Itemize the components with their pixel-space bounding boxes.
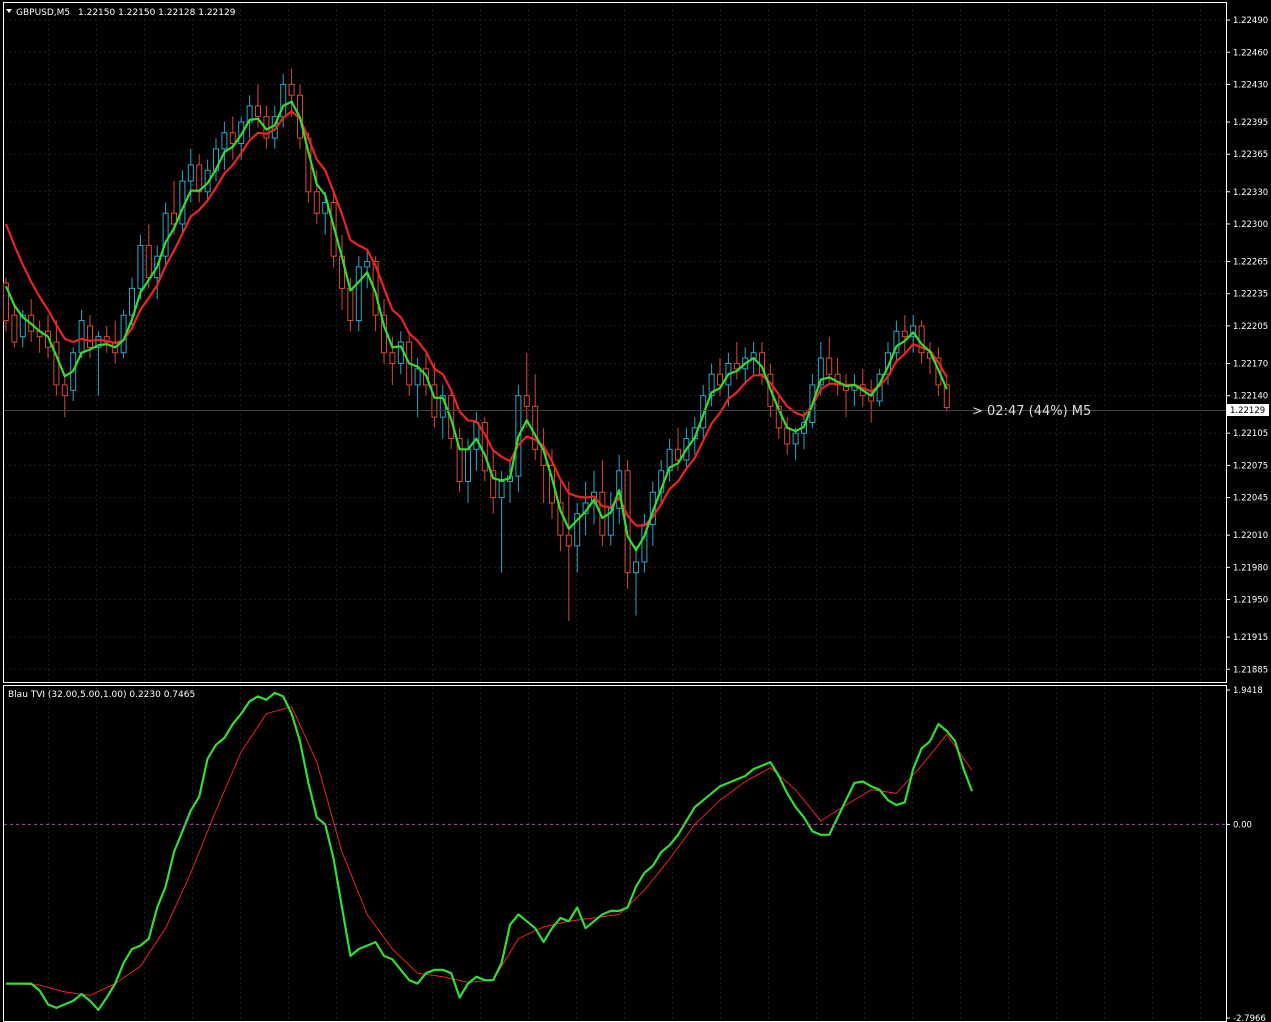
price-tick-label: 1.22140 — [1233, 392, 1268, 402]
candle-body — [431, 384, 438, 418]
candle-body — [53, 341, 60, 386]
indicator-title: Blau TVI (32.00,5.00,1.00) 0.2230 0.7465 — [8, 690, 195, 700]
price-tick-label: 1.22365 — [1233, 150, 1268, 160]
ohlc-label: 1.22150 1.22150 1.22128 1.22129 — [78, 8, 236, 18]
candle-body — [221, 132, 228, 150]
candle-body — [498, 480, 505, 499]
price-tick-label: 1.22300 — [1233, 220, 1268, 230]
price-panel-frame — [3, 2, 1227, 683]
candle-body — [355, 266, 362, 322]
candle-body — [465, 448, 471, 482]
price-tick-label: 1.22205 — [1233, 322, 1268, 332]
candle-body — [826, 357, 833, 375]
price-tick-label: 1.22265 — [1233, 258, 1268, 268]
symbol-dropdown-icon[interactable] — [6, 9, 12, 13]
price-tick-label: 1.22430 — [1233, 80, 1268, 90]
bar-timer-label: > 02:47 (44%) M5 — [972, 404, 1091, 419]
chart-root: 1.22490 1.22460 1.22430 1.22395 1.22365 1.223… — [3, 2, 1269, 1022]
price-tick-label: 1.21980 — [1233, 563, 1268, 573]
candle-body — [633, 561, 639, 574]
candle-body — [532, 405, 539, 450]
candle-body — [288, 83, 295, 96]
price-tick-label: 1.21915 — [1233, 633, 1268, 643]
candle-body — [901, 330, 908, 338]
price-tick-label: 1.22105 — [1233, 429, 1268, 439]
candles-layer[interactable] — [3, 68, 950, 621]
candle-body — [78, 320, 85, 354]
grid-layer — [4, 4, 1226, 1020]
candle-body — [11, 314, 18, 343]
candle-body — [389, 352, 396, 364]
tvi-signal-line — [5, 706, 973, 996]
candle-body — [565, 534, 572, 547]
price-tick-label: 1.22075 — [1233, 461, 1268, 471]
price-tick-label: 1.22395 — [1233, 118, 1268, 128]
price-tick-label: 1.22490 — [1233, 16, 1268, 26]
candle-body — [784, 427, 791, 445]
tvi-lines — [5, 691, 974, 1011]
candle-body — [364, 261, 371, 268]
candle-body — [523, 395, 530, 407]
price-tick-label: 1.22460 — [1233, 48, 1268, 58]
candle-body — [145, 244, 152, 279]
indicator-tick-label: 0.00 — [1233, 820, 1252, 830]
price-tick-label: 1.22170 — [1233, 359, 1268, 369]
candle-body — [137, 244, 144, 289]
price-tick-label: 1.22235 — [1233, 290, 1268, 300]
price-tick-label: 1.21885 — [1233, 665, 1268, 675]
symbol-label[interactable]: GBPUSD,M5 — [16, 8, 70, 18]
price-axis: 1.22490 1.22460 1.22430 1.22395 1.22365 1.223… — [1226, 16, 1268, 675]
indicator-panel-frame — [3, 685, 1227, 1022]
candle-body — [792, 432, 799, 445]
candle-body — [414, 368, 421, 386]
candle-body — [187, 164, 194, 182]
candle-body — [87, 325, 93, 348]
indicator-tick-label: -2.7966 — [1233, 1014, 1266, 1022]
price-tick-label: 1.22010 — [1233, 531, 1268, 541]
current-price-label: 1.22129 — [1230, 406, 1265, 416]
indicator-axis: 1.9418 0.00 -2.7966 — [4, 686, 1266, 1022]
price-tick-label: 1.21950 — [1233, 596, 1268, 606]
indicator-tick-label: 1.9418 — [1233, 686, 1263, 696]
candle-body — [61, 384, 68, 397]
tvi-main-line — [6, 691, 974, 1011]
candle-body — [473, 421, 480, 450]
candle-body — [347, 287, 354, 322]
candle-body — [313, 191, 320, 214]
candle-body — [255, 105, 261, 118]
candle-body — [229, 132, 236, 144]
price-tick-label: 1.22330 — [1233, 188, 1268, 198]
price-tick-label: 1.22045 — [1233, 494, 1268, 504]
